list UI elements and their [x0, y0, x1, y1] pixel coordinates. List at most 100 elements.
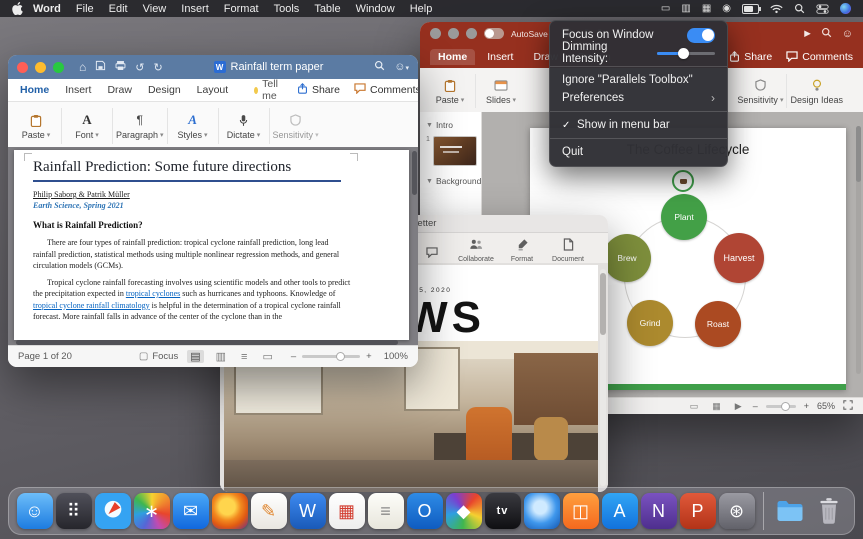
- tab-home[interactable]: Home: [20, 84, 49, 96]
- cycle-node-plant[interactable]: Plant: [661, 194, 707, 240]
- dock-launchpad[interactable]: ⠿: [56, 493, 92, 529]
- menu-edit[interactable]: Edit: [109, 3, 128, 15]
- dock-outlook[interactable]: O: [407, 493, 443, 529]
- slide-scrollbar[interactable]: [856, 126, 861, 374]
- dock-app-store[interactable]: A: [602, 493, 638, 529]
- close-button[interactable]: [17, 62, 28, 73]
- focus-toggle[interactable]: [687, 28, 715, 43]
- draft-view-icon[interactable]: ▭: [259, 350, 275, 363]
- tab-insert[interactable]: Insert: [479, 49, 521, 65]
- grid-icon[interactable]: ▦: [702, 4, 711, 14]
- section-intro[interactable]: ▼ Intro: [420, 118, 481, 132]
- ribbon-dictate[interactable]: Dictate▾: [222, 103, 266, 149]
- dock-textedit[interactable]: ≡: [368, 493, 404, 529]
- tab-home[interactable]: Home: [430, 49, 475, 65]
- ribbon-sensitivity[interactable]: Sensitivity▾: [273, 103, 319, 149]
- close-button[interactable]: [430, 28, 441, 39]
- pages-scrollbar[interactable]: [600, 269, 606, 486]
- cycle-node-brew[interactable]: Brew: [603, 234, 651, 282]
- document-button[interactable]: Document: [545, 233, 591, 263]
- menu-table[interactable]: Table: [314, 3, 340, 15]
- minimize-button[interactable]: [448, 28, 459, 39]
- slideshow-icon[interactable]: ▶: [732, 401, 745, 412]
- vertical-scrollbar[interactable]: [412, 151, 417, 195]
- feedback-smiley-icon[interactable]: ☺▾: [394, 61, 409, 73]
- cycle-node-roast[interactable]: Roast: [695, 301, 741, 347]
- zoom-out-icon[interactable]: –: [753, 401, 758, 411]
- tell-me-button[interactable]: Tell me: [254, 78, 281, 102]
- dock-pages[interactable]: ✎: [251, 493, 287, 529]
- dock-system-preferences[interactable]: ⊛: [719, 493, 755, 529]
- parallels-icon[interactable]: ▥: [681, 4, 690, 14]
- menu-item-quit[interactable]: Quit: [550, 143, 727, 161]
- present-icon[interactable]: ▶: [804, 28, 811, 39]
- menu-tools[interactable]: Tools: [274, 3, 300, 15]
- zoom-out-icon[interactable]: –: [291, 351, 296, 362]
- zoom-button[interactable]: [53, 62, 64, 73]
- siri-icon[interactable]: [840, 3, 851, 14]
- normal-view-icon[interactable]: ▭: [687, 401, 702, 412]
- save-icon[interactable]: [95, 60, 106, 74]
- print-layout-view-icon[interactable]: ▤: [187, 350, 203, 363]
- dock-finder[interactable]: ☺: [17, 493, 53, 529]
- print-icon[interactable]: [115, 60, 126, 74]
- comments-button[interactable]: Comments: [354, 83, 418, 97]
- zoom-button[interactable]: [466, 28, 477, 39]
- dock-photos[interactable]: ∗: [134, 493, 170, 529]
- dimming-slider[interactable]: [657, 52, 715, 55]
- outline-view-icon[interactable]: ≡: [238, 351, 250, 363]
- dock-word[interactable]: W: [290, 493, 326, 529]
- home-icon[interactable]: ⌂: [79, 60, 86, 74]
- display-icon[interactable]: ▭: [661, 4, 670, 14]
- slide-thumbnail-image[interactable]: [433, 136, 477, 166]
- dock-mail[interactable]: ✉: [173, 493, 209, 529]
- menu-format[interactable]: Format: [224, 3, 259, 15]
- zoom-in-icon[interactable]: +: [366, 351, 372, 362]
- zoom-slider[interactable]: [766, 405, 796, 408]
- web-layout-view-icon[interactable]: ▥: [213, 350, 229, 363]
- slide-thumbnail-row[interactable]: 1: [420, 132, 481, 174]
- dock-messages[interactable]: [524, 493, 560, 529]
- menu-item-ignore-toolbox[interactable]: Ignore "Parallels Toolbox": [550, 71, 727, 89]
- menu-view[interactable]: View: [143, 3, 167, 15]
- zoom-in-icon[interactable]: +: [804, 401, 809, 411]
- hyperlink[interactable]: tropical cyclones: [126, 289, 180, 298]
- dock-apple-tv[interactable]: tv: [485, 493, 521, 529]
- ribbon-font[interactable]: AFont▾: [65, 103, 109, 149]
- redo-icon[interactable]: ↻: [153, 61, 162, 74]
- control-center-icon[interactable]: [816, 4, 829, 14]
- tab-design[interactable]: Design: [148, 84, 181, 96]
- menu-insert[interactable]: Insert: [181, 3, 209, 15]
- ribbon-paste[interactable]: Paste▾: [14, 103, 58, 149]
- focus-button[interactable]: ▢ Focus: [139, 351, 178, 362]
- dock-onenote[interactable]: N: [641, 493, 677, 529]
- slide-sorter-icon[interactable]: ▦: [709, 401, 724, 412]
- dock-calendar[interactable]: ▦: [329, 493, 365, 529]
- cycle-node-grind[interactable]: Grind: [627, 300, 673, 346]
- menu-help[interactable]: Help: [410, 3, 433, 15]
- word-titlebar[interactable]: ⌂ ↺ ↻ W Rainfall term paper ☺▾: [8, 55, 418, 79]
- spotlight-icon[interactable]: [794, 3, 805, 14]
- zoom-slider[interactable]: [302, 355, 360, 358]
- share-button[interactable]: Share: [297, 83, 340, 97]
- dock-firefox[interactable]: [212, 493, 248, 529]
- section-background[interactable]: ▼ Background: [420, 174, 481, 188]
- apple-menu-icon[interactable]: [12, 2, 23, 15]
- feedback-smiley-icon[interactable]: ☺: [842, 28, 853, 40]
- tab-insert[interactable]: Insert: [65, 84, 91, 96]
- dock-trash[interactable]: [811, 493, 847, 529]
- fit-slide-icon[interactable]: [843, 400, 853, 412]
- eye-icon[interactable]: ◉: [722, 4, 731, 14]
- minimize-button[interactable]: [35, 62, 46, 73]
- battery-icon[interactable]: [742, 4, 759, 14]
- menu-file[interactable]: File: [76, 3, 94, 15]
- format-button[interactable]: Format: [499, 233, 545, 263]
- menu-item-show-in-menu-bar[interactable]: ✓ Show in menu bar: [550, 116, 727, 134]
- dock-safari[interactable]: [95, 493, 131, 529]
- comments-button[interactable]: Comments: [786, 51, 853, 63]
- collaborate-button[interactable]: Collaborate: [453, 233, 499, 263]
- undo-icon[interactable]: ↺: [135, 61, 144, 74]
- dock-downloads-folder[interactable]: [772, 493, 808, 529]
- ribbon-sensitivity[interactable]: Sensitivity▾: [737, 69, 783, 113]
- cycle-node-harvest[interactable]: Harvest: [714, 233, 764, 283]
